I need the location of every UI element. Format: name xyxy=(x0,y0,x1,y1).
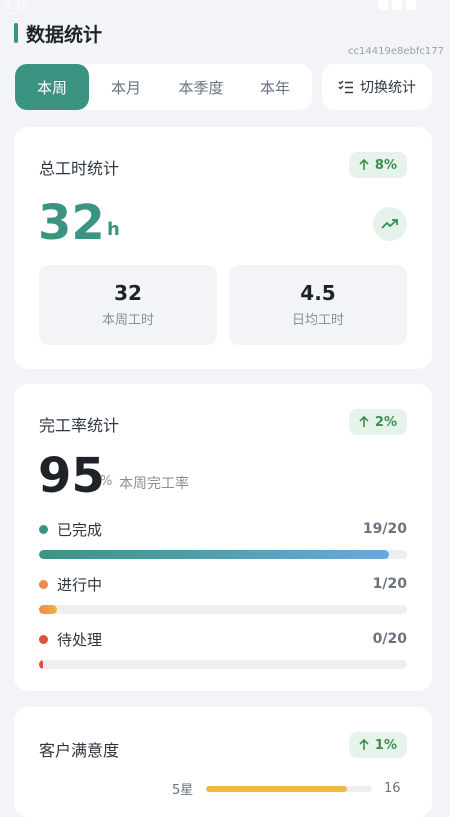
in-progress-count: 1/20 xyxy=(372,576,407,592)
completion-card: 完工率统计 2% 95 % 本周完工率 已完成 19/20 进行中 1/20 待… xyxy=(14,384,432,691)
completed-label: 已完成 xyxy=(57,520,103,539)
completed-dot xyxy=(39,524,48,534)
weekly-hours-value: 32 xyxy=(114,281,142,305)
completion-value: 95 xyxy=(38,448,105,504)
switch-stats-button[interactable]: 切换统计 xyxy=(322,64,432,110)
arrow-up-icon xyxy=(359,739,369,750)
in-progress-dot xyxy=(39,579,48,589)
status-icons xyxy=(378,0,416,10)
work-hours-card: 总工时统计 8% 32 h 32 本周工时 4.5 日均工时 xyxy=(14,127,432,369)
wifi-icon xyxy=(378,0,388,10)
completion-title: 完工率统计 xyxy=(39,416,120,435)
switch-stats-label: 切换统计 xyxy=(360,80,416,96)
tab-year[interactable]: 本年 xyxy=(239,64,311,110)
pending-label: 待处理 xyxy=(57,630,103,649)
satisfaction-trend-badge: 1% xyxy=(348,732,407,758)
status-bar: 3:35 xyxy=(0,0,450,14)
work-hours-value: 32 xyxy=(38,195,105,251)
work-hours-trend-badge: 8% xyxy=(348,152,407,178)
period-tabs: 本周 本月 本季度 本年 xyxy=(14,64,312,110)
completion-badge-text: 2% xyxy=(374,414,397,430)
work-hours-unit: h xyxy=(107,219,120,240)
progress-row-pending: 待处理 0/20 xyxy=(39,629,407,669)
completed-track xyxy=(39,550,407,559)
satisfaction-title: 客户满意度 xyxy=(39,741,120,760)
pending-count: 0/20 xyxy=(372,631,407,647)
weekly-hours-box: 32 本周工时 xyxy=(39,265,217,345)
pending-dot xyxy=(39,634,48,644)
signal-icon xyxy=(392,0,402,10)
tab-week[interactable]: 本周 xyxy=(15,64,89,110)
completion-trend-badge: 2% xyxy=(348,409,407,435)
satisfaction-card: 客户满意度 1% 5星 16 xyxy=(14,707,432,817)
rating-label: 5星 xyxy=(172,783,194,798)
battery-icon xyxy=(406,0,416,10)
completion-unit-label: 本周完工率 xyxy=(119,476,189,492)
status-time: 3:35 xyxy=(4,0,29,12)
page-title: 数据统计 xyxy=(26,23,103,46)
rating-track xyxy=(206,785,372,792)
in-progress-fill xyxy=(39,605,58,614)
tab-quarter[interactable]: 本季度 xyxy=(163,64,239,110)
satisfaction-badge-text: 1% xyxy=(374,737,397,753)
device-id: cc14419e8ebfc177 xyxy=(348,46,444,57)
completed-fill xyxy=(39,550,389,559)
header-accent-bar xyxy=(14,23,18,43)
progress-row-in-progress: 进行中 1/20 xyxy=(39,574,407,614)
pending-fill xyxy=(39,660,44,669)
in-progress-track xyxy=(39,605,407,614)
weekly-hours-label: 本周工时 xyxy=(101,313,154,328)
pending-track xyxy=(39,660,407,669)
trending-up-icon xyxy=(373,207,407,241)
work-hours-badge-text: 8% xyxy=(374,157,397,173)
rating-count: 16 xyxy=(384,781,401,796)
completed-count: 19/20 xyxy=(362,521,407,537)
daily-hours-value: 4.5 xyxy=(300,281,336,305)
daily-hours-box: 4.5 日均工时 xyxy=(229,265,407,345)
work-hours-title: 总工时统计 xyxy=(39,159,120,178)
arrow-up-icon xyxy=(359,159,369,170)
in-progress-label: 进行中 xyxy=(57,575,103,594)
arrow-up-icon xyxy=(359,416,369,427)
checklist-icon xyxy=(338,80,353,94)
page-header: 数据统计 xyxy=(14,20,102,46)
rating-row-5-star: 5星 16 xyxy=(172,779,401,798)
progress-row-completed: 已完成 19/20 xyxy=(39,519,407,559)
rating-fill xyxy=(206,785,348,792)
completion-unit: % xyxy=(100,474,113,489)
daily-hours-label: 日均工时 xyxy=(291,313,344,328)
tab-month[interactable]: 本月 xyxy=(89,64,163,110)
